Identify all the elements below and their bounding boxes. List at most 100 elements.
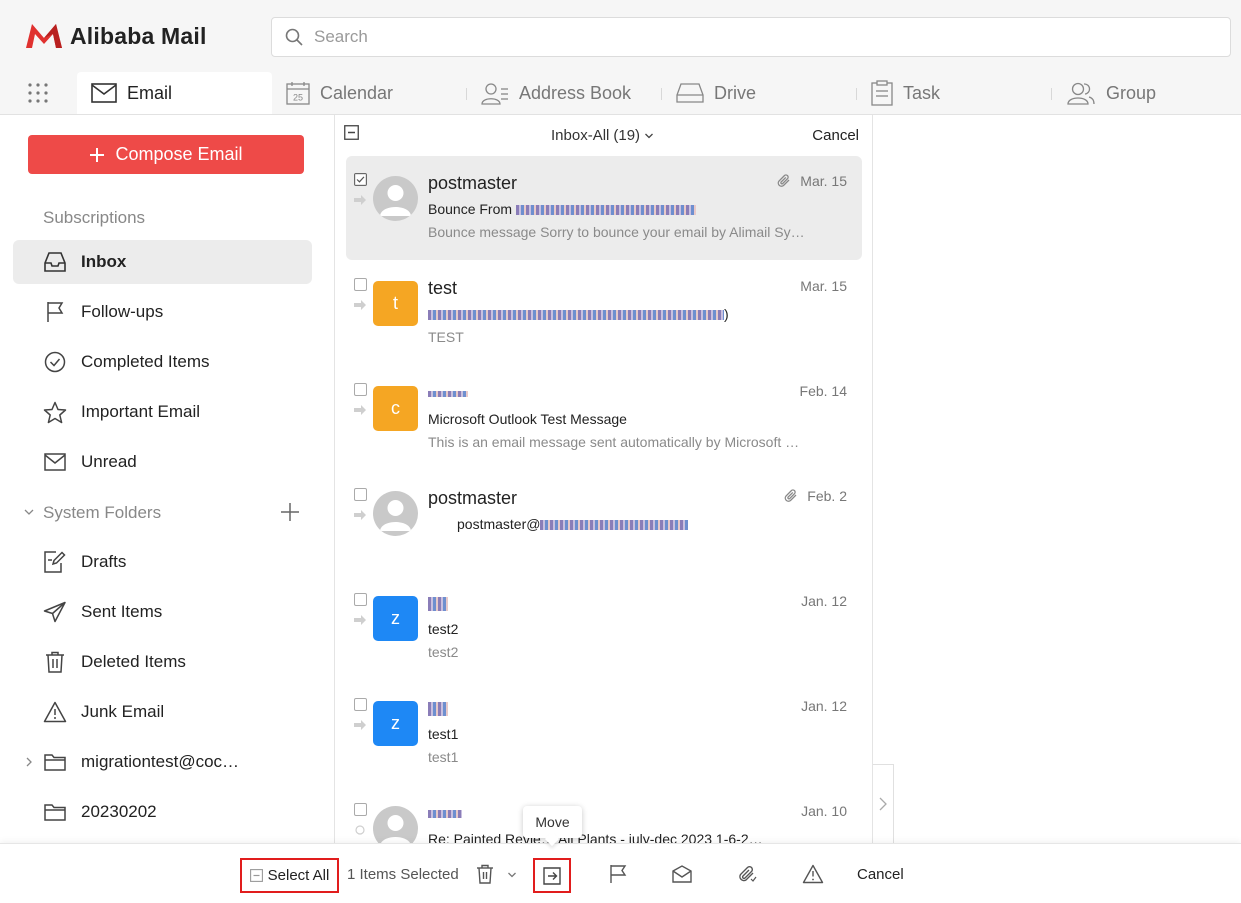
top-header: Alibaba Mail Email 25 Calendar <box>0 0 1241 115</box>
app-tabs: Email 25 Calendar Address Book Drive Tas… <box>77 72 1241 114</box>
redacted-sender <box>428 702 448 717</box>
email-subject: test1 <box>428 726 459 742</box>
preview-blank <box>412 537 830 564</box>
compose-email-button[interactable]: Compose Email <box>28 135 304 174</box>
email-checkbox[interactable] <box>354 278 367 291</box>
tab-address-book[interactable]: Address Book <box>467 72 662 114</box>
calendar-icon: 25 <box>286 82 310 105</box>
attachment-icon[interactable] <box>737 864 757 884</box>
sidebar-item-label: 20230202 <box>81 802 157 821</box>
envelope-icon <box>44 453 66 471</box>
folder-filter-dropdown[interactable]: Inbox-All (19) <box>551 127 654 144</box>
sidebar-item-unread[interactable]: Unread <box>13 440 312 484</box>
tab-drive[interactable]: Drive <box>662 72 857 114</box>
plus-icon <box>90 147 105 162</box>
flag-icon[interactable] <box>609 864 627 884</box>
search-input[interactable] <box>314 27 1194 47</box>
email-checkbox[interactable] <box>354 803 367 816</box>
email-preview: Bounce message Sorry to bounce your emai… <box>428 224 805 240</box>
select-all-label: Select All <box>267 867 330 884</box>
email-date-group: Mar. 15 <box>776 173 847 189</box>
redacted-address <box>540 520 689 531</box>
calendar-icon-day: 25 <box>293 93 303 103</box>
email-item[interactable]: z Jan. 12 test1 test1 <box>346 681 862 785</box>
report-spam-icon[interactable] <box>802 864 824 884</box>
email-subject: postmaster@ <box>457 516 541 532</box>
email-checkbox[interactable] <box>354 698 367 711</box>
tab-task[interactable]: Task <box>857 72 1052 114</box>
tab-label: Email <box>127 82 173 103</box>
email-date: Feb. 2 <box>807 488 847 504</box>
sidebar-item-important[interactable]: Important Email <box>13 390 312 434</box>
sidebar-item-inbox[interactable]: Inbox <box>13 240 312 284</box>
sidebar-item-deleted[interactable]: Deleted Items <box>13 640 312 684</box>
tab-label: Task <box>903 82 941 103</box>
email-subject: Microsoft Outlook Test Message <box>428 411 627 427</box>
mark-read-icon[interactable] <box>672 865 692 883</box>
email-item[interactable]: t test Mar. 15 ) TEST <box>346 261 862 365</box>
attachment-icon <box>777 174 790 187</box>
partial-select-checkbox-icon[interactable] <box>344 125 359 140</box>
expand-pane-handle[interactable] <box>873 764 894 844</box>
email-checkbox[interactable] <box>354 488 367 501</box>
inbox-icon <box>44 252 66 272</box>
email-sender-redacted <box>428 383 468 404</box>
search-box[interactable] <box>271 17 1231 57</box>
email-checkbox[interactable] <box>354 593 367 606</box>
unread-dot-icon <box>355 825 365 835</box>
move-button[interactable] <box>533 858 571 893</box>
email-item[interactable]: z Jan. 12 test2 test2 <box>346 576 862 680</box>
tab-group[interactable]: Group <box>1052 72 1241 114</box>
drafts-icon <box>44 551 66 573</box>
sidebar-item-junk[interactable]: Junk Email <box>13 690 312 734</box>
sidebar-item-migrationtest[interactable]: migrationtest@coc… <box>13 740 312 784</box>
sidebar-item-sent[interactable]: Sent Items <box>13 590 312 634</box>
email-date-group: Mar. 15 <box>800 278 847 294</box>
email-item[interactable]: Jan. 10 Re: Painted Revie… All Plants - … <box>346 786 862 843</box>
system-folders-label[interactable]: System Folders <box>43 503 161 523</box>
email-subject: ) <box>724 306 729 322</box>
sidebar-item-follow-ups[interactable]: Follow-ups <box>13 290 312 334</box>
chevron-down-icon[interactable] <box>23 506 35 518</box>
email-date: Jan. 12 <box>801 698 847 714</box>
checked-checkbox-icon[interactable] <box>354 173 367 186</box>
avatar <box>373 176 418 221</box>
avatar: z <box>373 596 418 641</box>
app-logo[interactable]: Alibaba Mail <box>24 22 207 50</box>
email-item[interactable]: postmaster Mar. 15 Bounce From Bounce me… <box>346 156 862 260</box>
email-sender-redacted <box>428 803 462 824</box>
user-avatar-icon <box>380 185 411 216</box>
redacted-sender <box>428 810 462 819</box>
task-icon <box>871 80 893 106</box>
sidebar-item-drafts[interactable]: Drafts <box>13 540 312 584</box>
list-header: Inbox-All (19) Cancel <box>335 115 872 155</box>
select-all-button[interactable]: Select All <box>240 858 339 893</box>
email-date: Mar. 15 <box>800 173 847 189</box>
email-preview: This is an email message sent automatica… <box>428 434 800 450</box>
list-cancel-button[interactable]: Cancel <box>812 127 859 144</box>
redacted-sender <box>428 391 468 398</box>
apps-grid-icon[interactable] <box>27 82 49 104</box>
address-book-icon <box>481 83 508 105</box>
drive-icon <box>676 83 704 103</box>
tab-email[interactable]: Email <box>77 72 272 114</box>
email-item[interactable]: postmaster Feb. 2 postmaster@ <box>346 471 862 575</box>
tab-calendar[interactable]: 25 Calendar <box>272 72 467 114</box>
add-folder-icon[interactable] <box>280 502 300 522</box>
toolbar-cancel-button[interactable]: Cancel <box>857 866 904 883</box>
sidebar-item-label: Junk Email <box>81 702 165 721</box>
sidebar-item-20230202[interactable]: 20230202 <box>13 790 312 834</box>
email-checkbox[interactable] <box>354 383 367 396</box>
delete-icon[interactable] <box>476 864 494 884</box>
delete-dropdown-chevron-icon[interactable] <box>507 870 517 880</box>
forward-arrow-icon <box>354 615 366 625</box>
email-item[interactable]: c Feb. 14 Microsoft Outlook Test Message… <box>346 366 862 470</box>
flag-icon <box>47 302 64 322</box>
sidebar-item-completed[interactable]: Completed Items <box>13 340 312 384</box>
selected-count: 1 Items Selected <box>347 866 459 883</box>
sidebar-item-label: Unread <box>81 452 137 471</box>
email-date: Mar. 15 <box>800 278 847 294</box>
tab-label: Drive <box>714 82 757 103</box>
redacted-address <box>428 310 724 321</box>
compose-email-label: Compose Email <box>115 144 243 164</box>
